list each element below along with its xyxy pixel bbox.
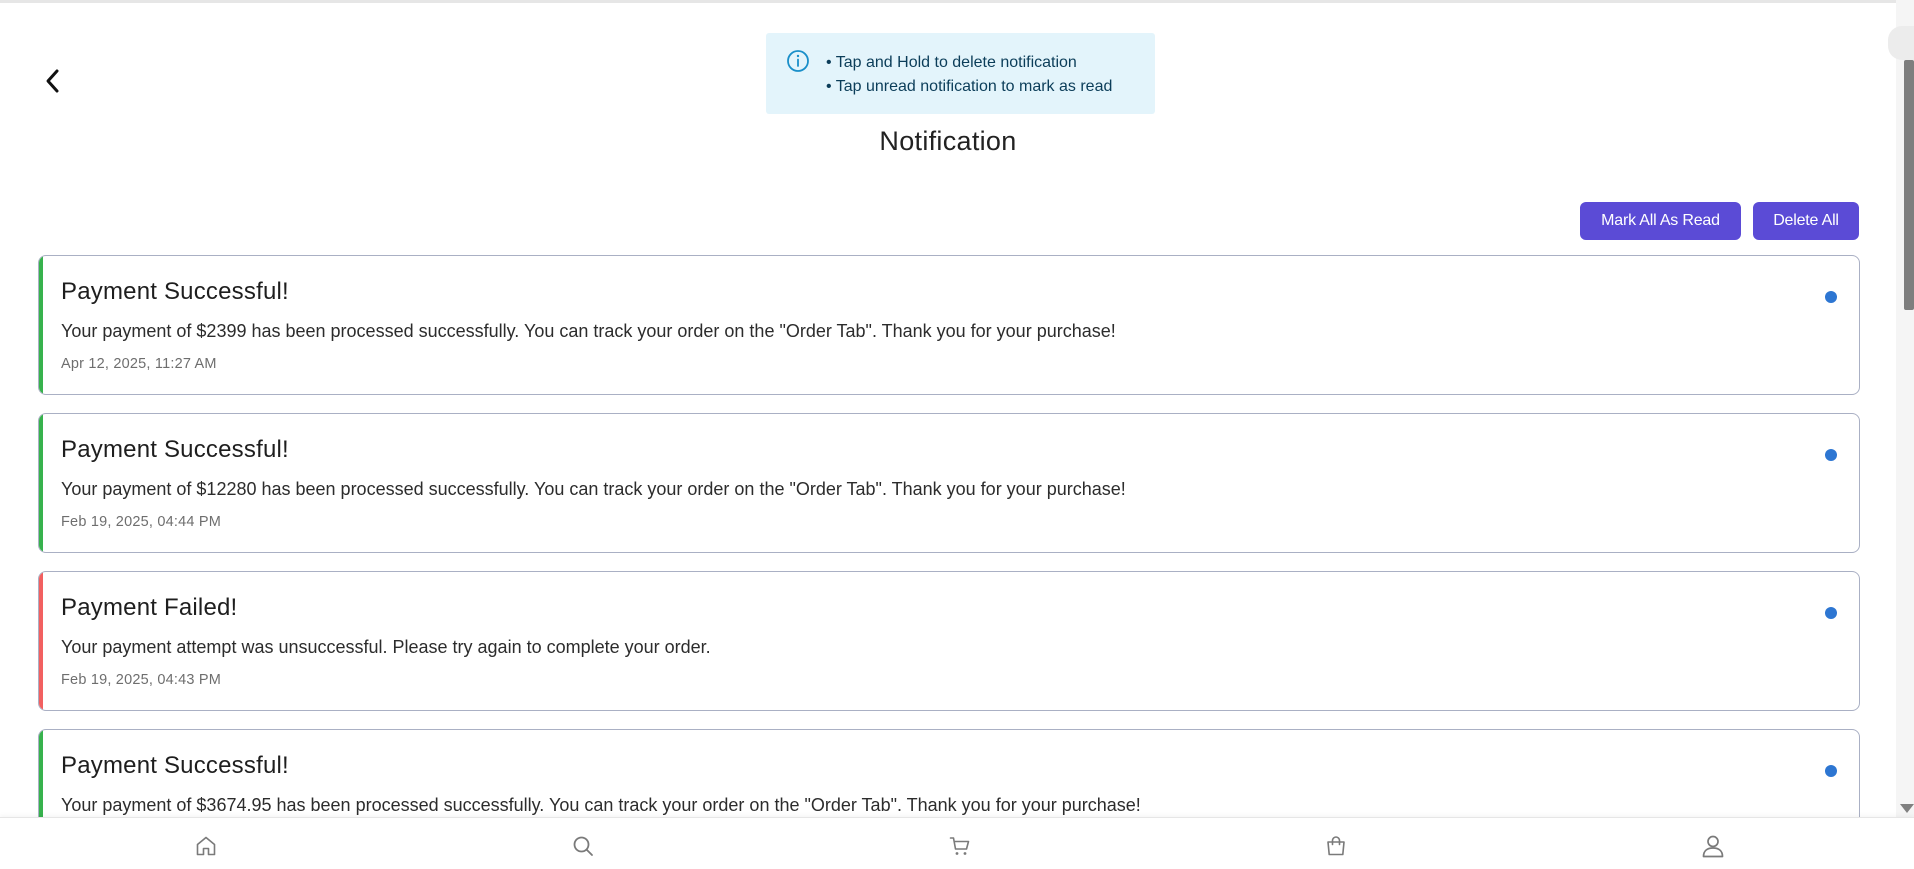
- mark-all-read-button[interactable]: Mark All As Read: [1580, 202, 1741, 240]
- status-accent-bar: [39, 256, 43, 394]
- notification-title: Payment Successful!: [61, 752, 289, 779]
- notification-timestamp: Apr 12, 2025, 11:27 AM: [61, 356, 217, 372]
- scroll-down-arrow-icon[interactable]: [1900, 804, 1914, 813]
- scrollbar-thumb[interactable]: [1904, 60, 1914, 310]
- notification-body: Your payment of $3674.95 has been proces…: [61, 795, 1141, 815]
- nav-home[interactable]: [192, 832, 220, 860]
- notification-title: Payment Failed!: [61, 594, 238, 621]
- info-icon: [787, 50, 809, 72]
- status-accent-bar: [39, 414, 43, 552]
- info-line-delete: • Tap and Hold to delete notification: [826, 54, 1077, 71]
- page-title: Notification: [879, 126, 1017, 156]
- notification-body: Your payment of $12280 has been processe…: [61, 479, 1126, 499]
- nav-profile[interactable]: [1699, 832, 1727, 860]
- notification-card[interactable]: Payment Failed! Your payment attempt was…: [38, 571, 1860, 711]
- scrollbar-corner: [1888, 26, 1914, 60]
- unread-dot-icon: [1825, 449, 1837, 461]
- unread-dot-icon: [1825, 291, 1837, 303]
- shopping-bag-icon: [1327, 836, 1345, 856]
- unread-dot-icon: [1825, 765, 1837, 777]
- info-text: • Tap and Hold to delete notification • …: [826, 51, 1112, 99]
- delete-all-button[interactable]: Delete All: [1753, 202, 1859, 240]
- notification-title: Payment Successful!: [61, 278, 289, 305]
- notification-card[interactable]: Payment Successful! Your payment of $122…: [38, 413, 1860, 553]
- chevron-left-icon: [46, 69, 59, 93]
- nav-search[interactable]: [569, 832, 597, 860]
- unread-dot-icon: [1825, 607, 1837, 619]
- bottom-nav: [0, 817, 1914, 869]
- nav-cart[interactable]: [946, 832, 974, 860]
- notification-body: Your payment of $2399 has been processed…: [61, 321, 1116, 341]
- notification-body: Your payment attempt was unsuccessful. P…: [61, 637, 711, 657]
- notification-timestamp: Feb 19, 2025, 04:44 PM: [61, 514, 221, 530]
- info-line-mark-read: • Tap unread notification to mark as rea…: [826, 78, 1113, 95]
- cart-icon: [949, 837, 970, 855]
- notification-timestamp: Feb 19, 2025, 04:43 PM: [61, 672, 221, 688]
- home-icon: [196, 836, 216, 856]
- user-icon: [1702, 835, 1724, 858]
- notification-list: Payment Successful! Your payment of $239…: [38, 255, 1860, 869]
- notification-card[interactable]: Payment Successful! Your payment of $239…: [38, 255, 1860, 395]
- notification-title: Payment Successful!: [61, 436, 289, 463]
- nav-orders[interactable]: [1322, 832, 1350, 860]
- top-border: [0, 0, 1914, 3]
- search-icon: [573, 836, 593, 856]
- info-banner: • Tap and Hold to delete notification • …: [766, 33, 1155, 114]
- status-accent-bar: [39, 572, 43, 710]
- back-button[interactable]: [38, 63, 68, 99]
